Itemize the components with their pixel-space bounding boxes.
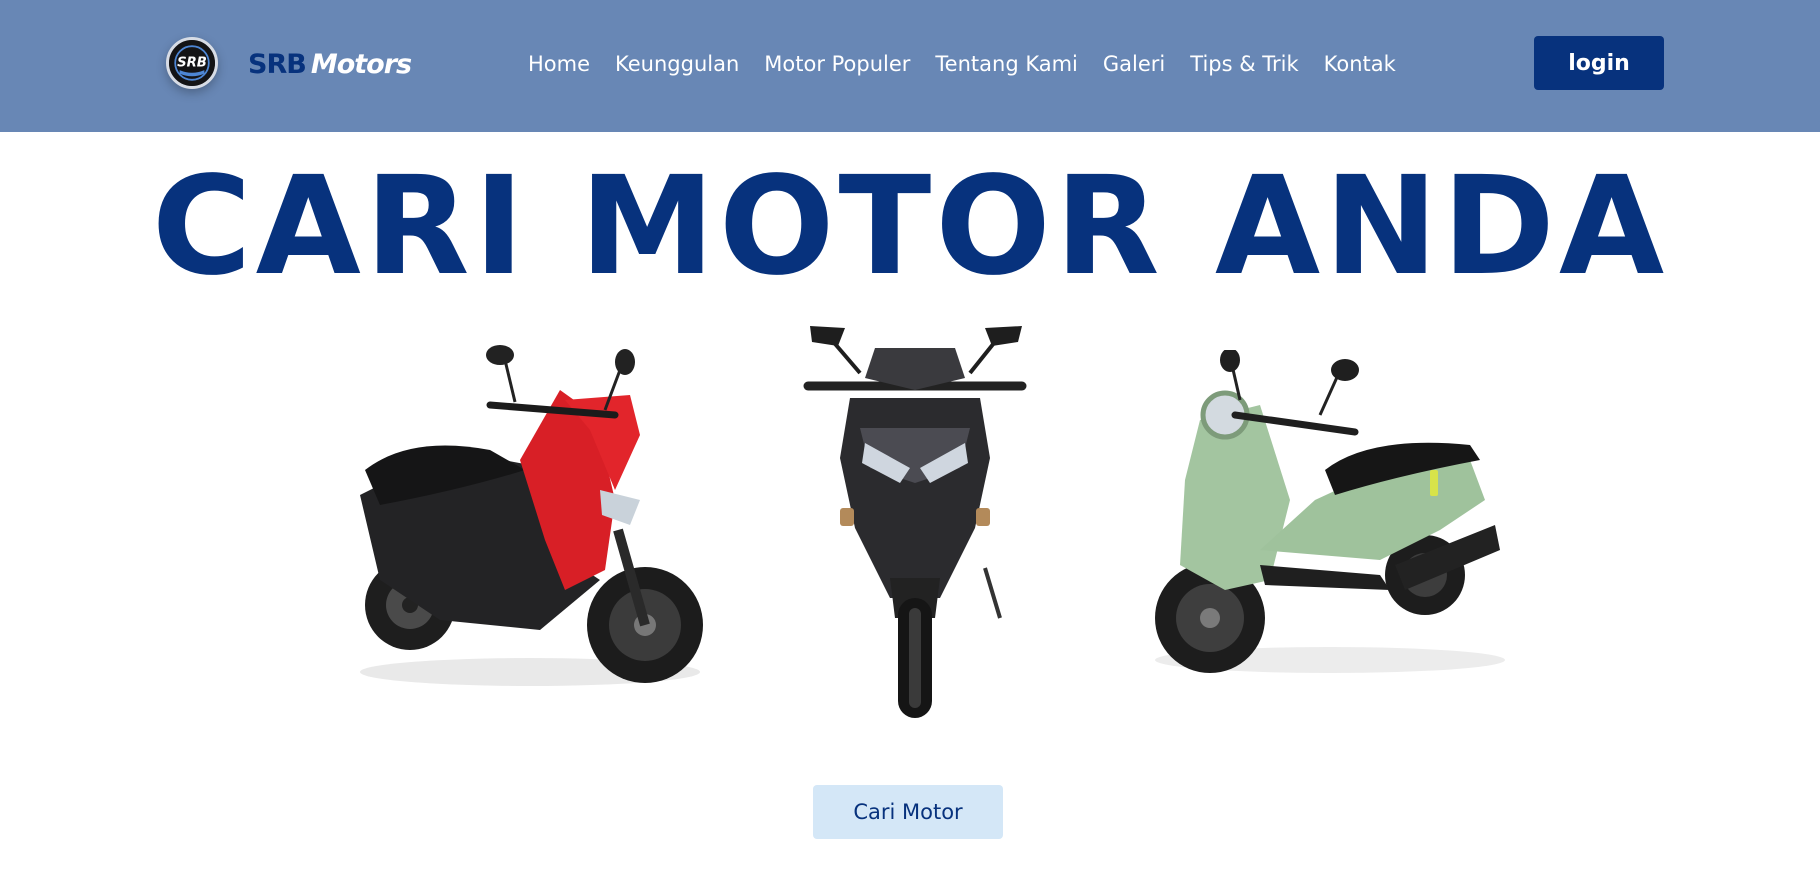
- logo-icon[interactable]: SRB: [166, 37, 218, 89]
- main-nav: Home Keunggulan Motor Populer Tentang Ka…: [528, 44, 1396, 84]
- nav-item-home[interactable]: Home: [528, 52, 590, 76]
- nav-item-tips-trik[interactable]: Tips & Trik: [1190, 52, 1298, 76]
- search-motor-button[interactable]: Cari Motor: [813, 785, 1003, 839]
- brand-name-part2: Motors: [310, 48, 412, 80]
- hero-title: CARI MOTOR ANDA: [151, 148, 1669, 306]
- nav-item-kontak[interactable]: Kontak: [1324, 52, 1396, 76]
- nav-item-galeri[interactable]: Galeri: [1103, 52, 1165, 76]
- brand-name-part1: SRB: [248, 48, 307, 80]
- brand-name[interactable]: SRB Motors: [248, 42, 412, 86]
- svg-text:SRB: SRB: [177, 56, 207, 71]
- green-scooter-image: [1140, 350, 1510, 695]
- black-scooter-image: [790, 318, 1040, 728]
- nav-item-keunggulan[interactable]: Keunggulan: [615, 52, 739, 76]
- nav-item-motor-populer[interactable]: Motor Populer: [764, 52, 910, 76]
- red-scooter-image: [340, 340, 710, 710]
- login-button[interactable]: login: [1534, 36, 1664, 90]
- nav-item-tentang-kami[interactable]: Tentang Kami: [935, 52, 1077, 76]
- site-header: SRB SRB Motors Home Keunggulan Motor Pop…: [0, 0, 1820, 132]
